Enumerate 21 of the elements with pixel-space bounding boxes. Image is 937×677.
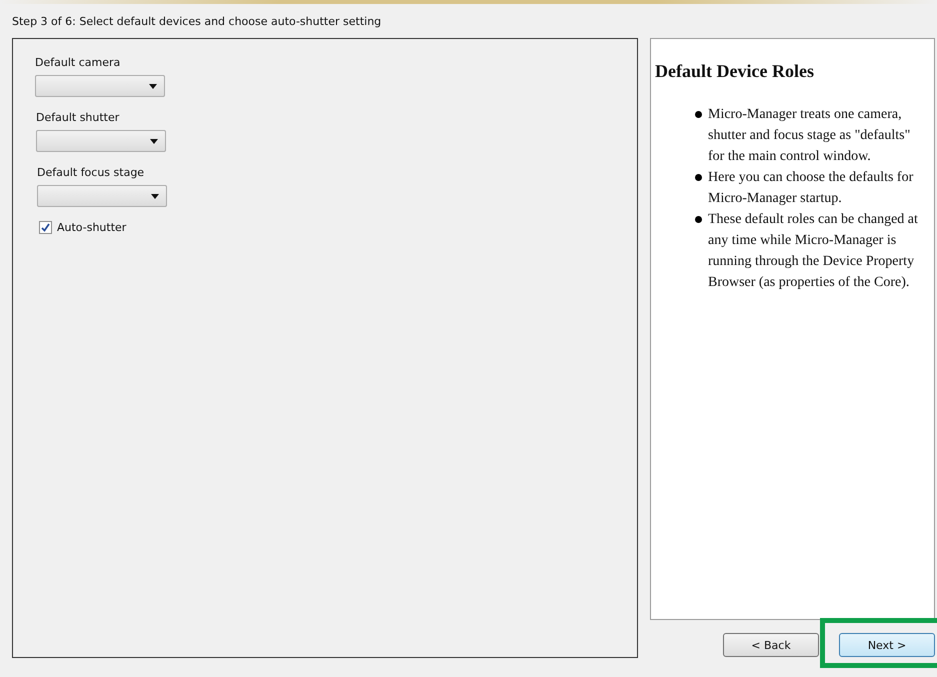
bullet-icon — [695, 111, 702, 118]
checkbox-label: Auto-shutter — [57, 221, 126, 234]
field-label: Default shutter — [36, 111, 120, 124]
wizard-button[interactable]: Next > — [839, 633, 935, 657]
help-text: Micro-Manager treats one camera, shutter and focus stage as "defaults" for the main control window. — [708, 106, 912, 166]
caret-icon — [149, 84, 157, 88]
wizard-button[interactable]: < Back — [723, 633, 819, 657]
field-label: Default camera — [35, 56, 122, 69]
help-text: These default roles can be changed at any time while Micro-Manager is running through the Device Property Browser (as properties of the Core). — [708, 211, 919, 292]
help-title: Default Device Roles — [655, 61, 815, 82]
help-text: Here you can choose the defaults for Micro-Manager startup. — [708, 169, 914, 208]
field-label: Default focus stage — [37, 166, 146, 179]
bullet-icon — [695, 216, 702, 223]
bullet-icon — [695, 174, 702, 181]
checkbox[interactable] — [39, 221, 52, 234]
dropdown[interactable] — [36, 130, 166, 152]
step-label: Step 3 of 6: Select default devices and choose auto-shutter setting — [11, 14, 382, 27]
caret-icon — [151, 194, 159, 198]
caret-icon — [150, 138, 158, 144]
dropdown[interactable] — [35, 75, 165, 97]
dropdown[interactable] — [37, 185, 167, 207]
